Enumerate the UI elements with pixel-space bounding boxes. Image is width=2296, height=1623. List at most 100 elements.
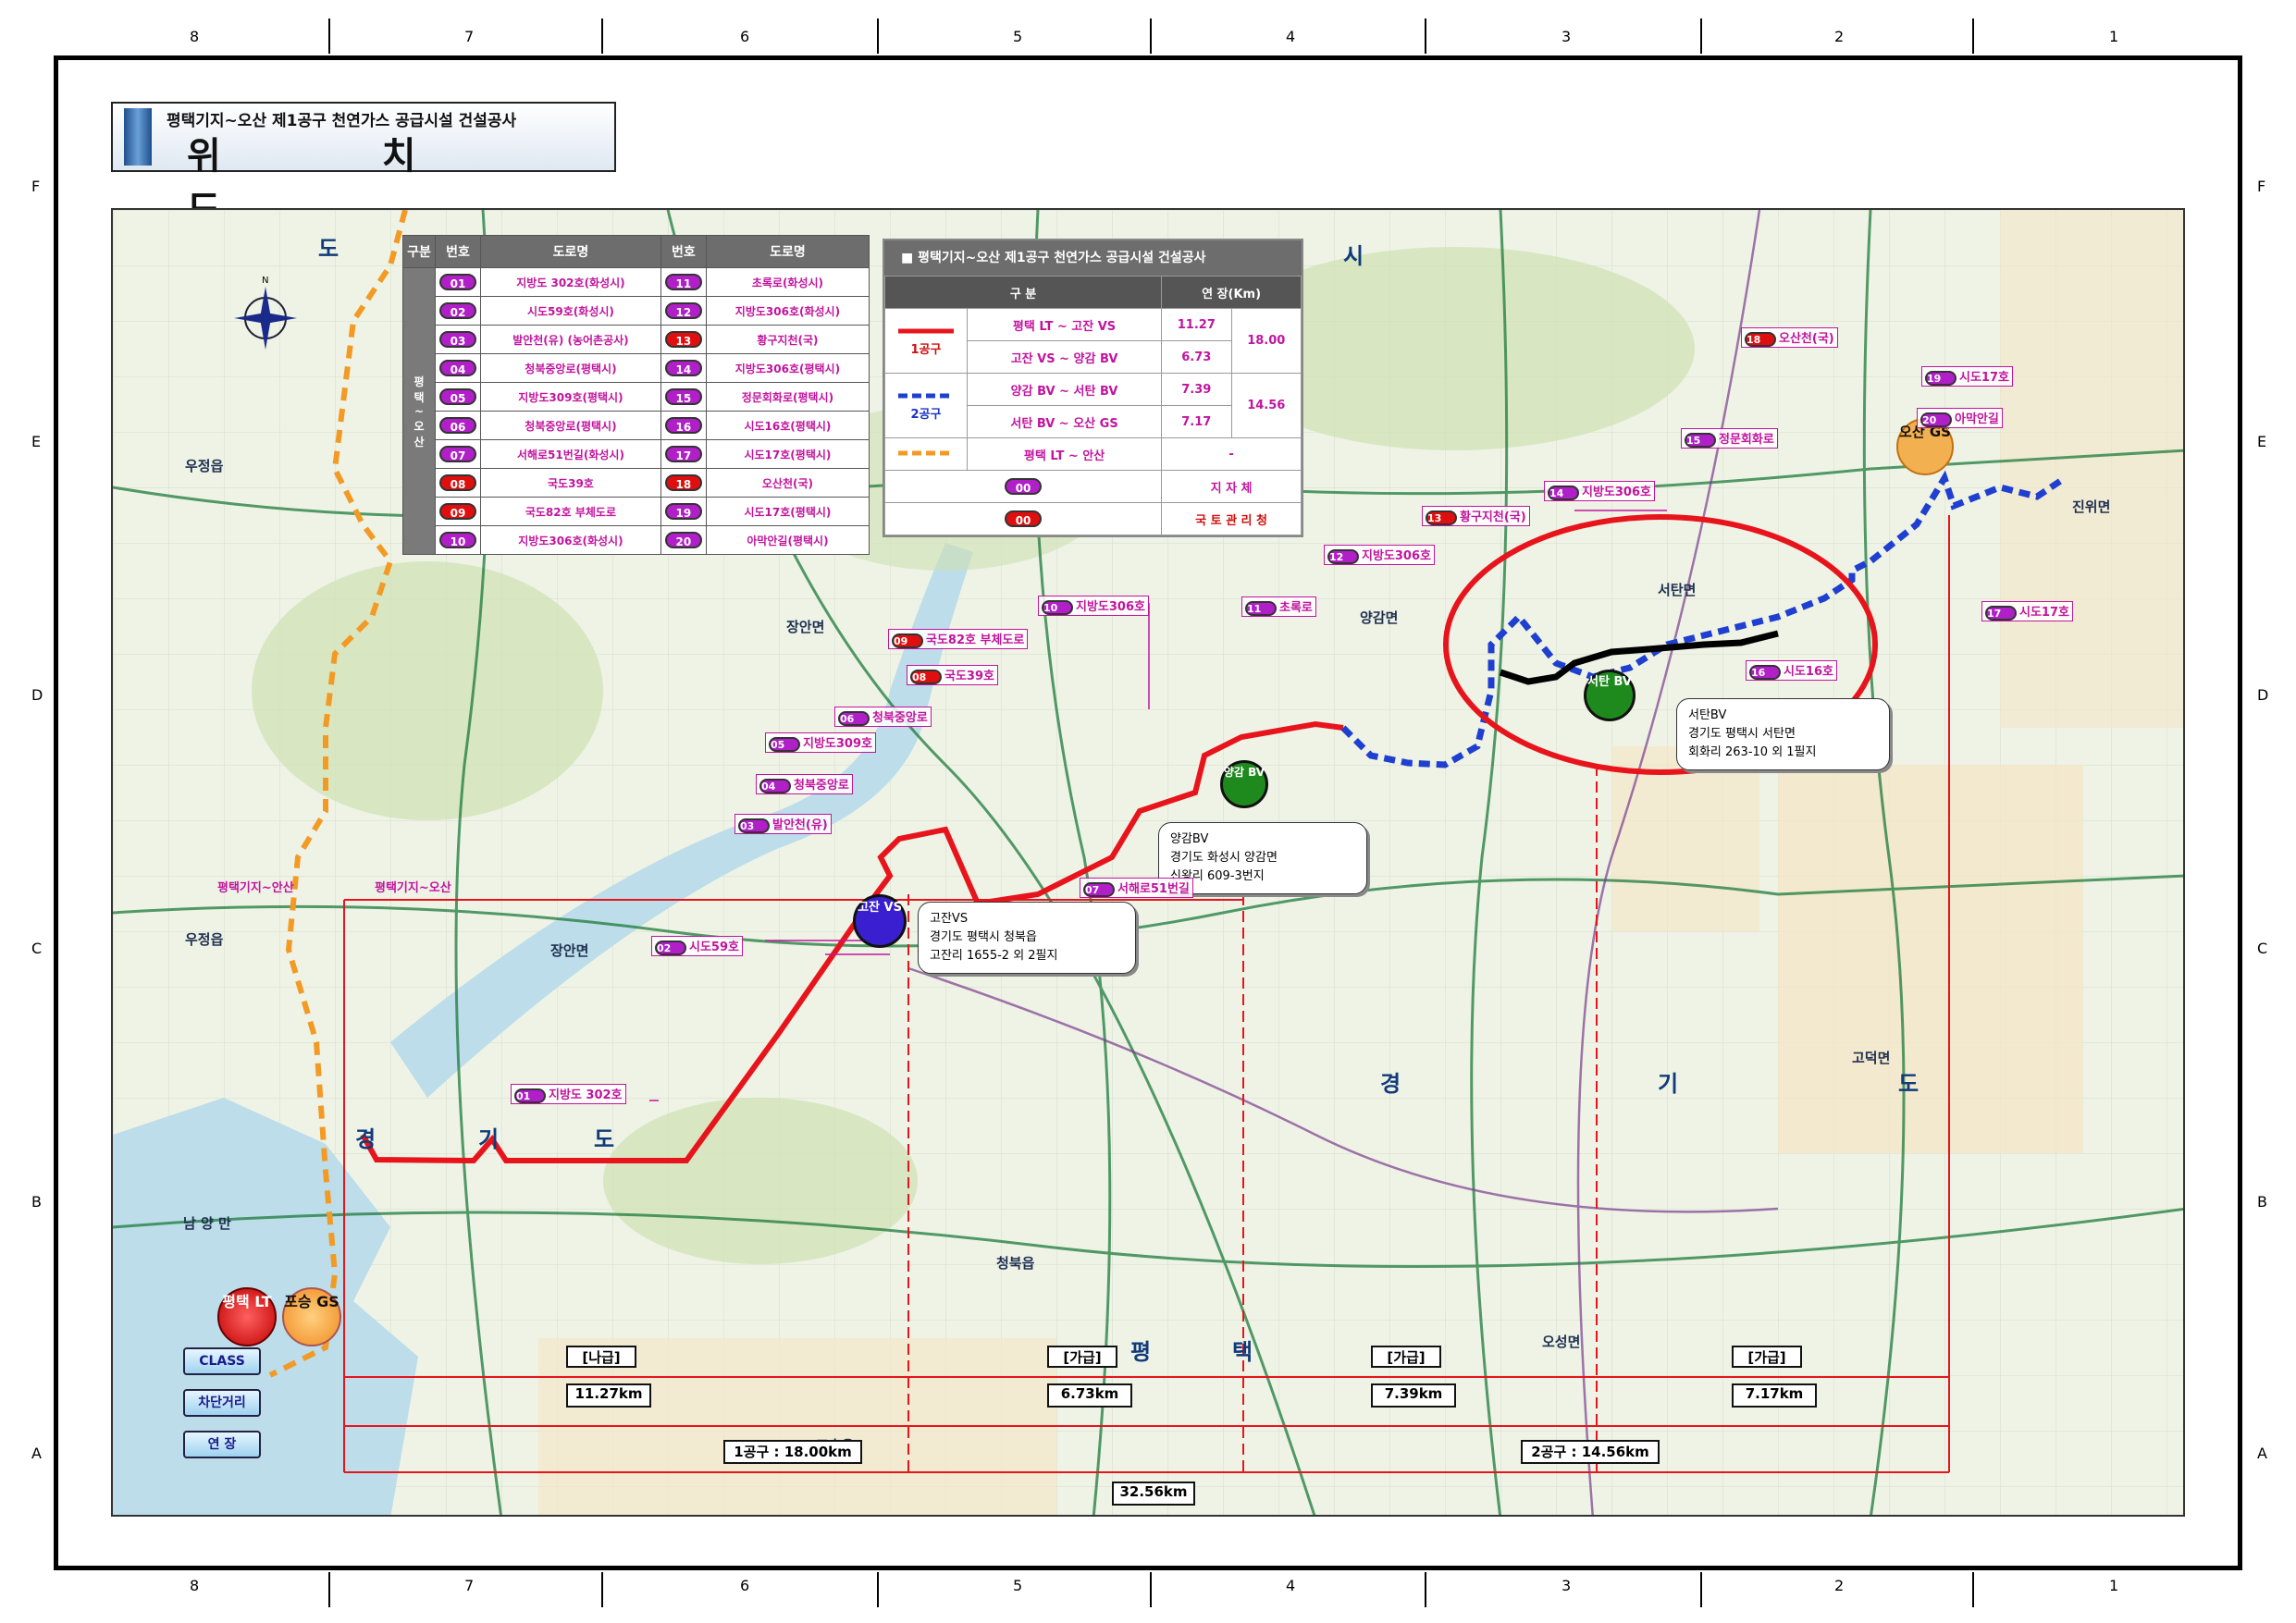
ruler-col-bottom-8: 8 xyxy=(190,1577,200,1594)
map-road-label[interactable]: 06 청북중앙로 xyxy=(834,707,932,727)
ruler-col-top-2: 2 xyxy=(1834,28,1845,45)
dist-phase2: 2공구 : 14.56km xyxy=(1521,1440,1660,1464)
dist-total: 32.56km xyxy=(1112,1482,1195,1506)
map-road-label[interactable]: 01 지방도 302호 xyxy=(511,1084,626,1104)
map-road-label[interactable]: 08 국도39호 xyxy=(907,665,998,685)
place-godeok: 고덕면 xyxy=(1852,1050,1891,1066)
road-table-num-cell: 20 xyxy=(660,525,707,555)
dist-length-4: 7.17km xyxy=(1732,1383,1817,1408)
ruler-tick xyxy=(1972,18,1974,54)
station-seotan-icon[interactable]: 서탄 BV xyxy=(1584,670,1636,721)
map-road-label[interactable]: 05 지방도309호 xyxy=(765,732,876,753)
legend-header-len: 연 장(Km) xyxy=(1161,276,1302,309)
map-road-label[interactable]: 11 초록로 xyxy=(1241,596,1316,617)
road-number-tag: 13 xyxy=(664,331,702,348)
road-table-num-cell: 06 xyxy=(435,411,481,440)
callout-seotan-line-2: 경기도 평택시 서탄면 xyxy=(1688,727,1796,741)
ruler-tick xyxy=(601,18,603,54)
callout-gojan-line-1: 고잔VS xyxy=(930,912,969,926)
ruler-col-bottom-2: 2 xyxy=(1834,1577,1845,1594)
legend-len-2: 6.73 xyxy=(1161,340,1232,374)
road-number-tag: 04 xyxy=(759,778,791,793)
road-table-row: 03 발안천(유) (농어촌공사) 13 황구지천(국) xyxy=(403,325,870,354)
map-road-label-text: 시도59호 xyxy=(689,941,739,954)
title-box: 평택기지~오산 제1공구 천연가스 공급시설 건설공사 위 치 도 xyxy=(111,102,616,231)
legend-section-4: 서탄 BV ~ 오산 GS xyxy=(966,405,1163,438)
legend-total-1: 18.00 xyxy=(1230,308,1302,374)
ruler-tick xyxy=(1972,1572,1974,1607)
road-number-tag: 13 xyxy=(1426,510,1457,525)
ruler-row-right-A: A xyxy=(2257,1445,2267,1462)
map-road-label[interactable]: 14 지방도306호 xyxy=(1544,481,1655,501)
ruler-row-right-E: E xyxy=(2257,433,2267,450)
map-road-label[interactable]: 20 아막안길 xyxy=(1917,408,2003,428)
place-woojeong-2: 우정읍 xyxy=(185,931,224,948)
legend-tag-purple-cell: 00 xyxy=(883,470,1163,503)
map-road-label[interactable]: 03 발안천(유) xyxy=(734,814,832,834)
legend-row-3: 2공구 양감 BV ~ 서탄 BV 7.39 14.56 xyxy=(884,373,1302,438)
place-do-top: 도 xyxy=(318,235,339,262)
map-road-label[interactable]: 07 서해로51번길 xyxy=(1080,878,1193,898)
road-table-name-cell: 지방도309호(평택시) xyxy=(480,382,661,412)
road-table-row: 09 국도82호 부체도로 19 시도17호(평택시) xyxy=(403,497,870,526)
road-table-num-cell: 16 xyxy=(660,411,707,440)
map-road-label[interactable]: 19 시도17호 xyxy=(1921,366,2013,387)
class-button[interactable]: CLASS xyxy=(183,1347,261,1375)
callout-gojan-line-2: 경기도 평택시 청북읍 xyxy=(930,930,1037,944)
map-road-label[interactable]: 17 시도17호 xyxy=(1981,601,2073,621)
legend-section-3: 양감 BV ~ 서탄 BV xyxy=(966,373,1163,406)
ruler-tick xyxy=(1425,1572,1426,1607)
road-number-tag: 10 xyxy=(1042,599,1073,615)
road-table-name-cell: 오산천(국) xyxy=(705,468,870,498)
map-road-label[interactable]: 16 시도16호 xyxy=(1746,660,1837,681)
map-road-label[interactable]: 15 정문회화로 xyxy=(1681,428,1778,449)
station-yanggam-icon[interactable]: 양감 BV xyxy=(1220,760,1268,808)
map-road-label[interactable]: 12 지방도306호 xyxy=(1324,545,1435,565)
ruler-col-bottom-6: 6 xyxy=(740,1577,750,1594)
place-jinwi: 진위면 xyxy=(2072,498,2111,515)
road-number-tag: 08 xyxy=(439,474,476,491)
map-road-label[interactable]: 02 시도59호 xyxy=(651,936,743,956)
map-road-label[interactable]: 10 지방도306호 xyxy=(1038,596,1149,616)
map-canvas[interactable]: N 구분 번호 도로명 번호 도로명 평 택 ~ 오 산 01 지방도 302호(화… xyxy=(111,208,2185,1517)
place-gyeonggi-5: 기 xyxy=(1658,1070,1679,1097)
place-namyang: 남 양 만 xyxy=(183,1215,231,1232)
dist-grade-1: [나급] xyxy=(566,1346,636,1368)
ruler-tick xyxy=(1700,18,1702,54)
ruler-tick xyxy=(1150,18,1152,54)
road-table-num-cell: 12 xyxy=(660,296,707,326)
map-road-label-text: 오산천(국) xyxy=(1779,332,1834,346)
road-number-tag: 02 xyxy=(439,302,476,319)
map-road-label[interactable]: 04 청북중앙로 xyxy=(756,774,853,794)
station-poseung-icon[interactable]: 포승 GS xyxy=(282,1287,341,1346)
road-number-tag: 05 xyxy=(439,388,476,405)
length-button[interactable]: 연 장 xyxy=(183,1431,261,1458)
map-road-label-text: 청북중앙로 xyxy=(794,779,849,793)
road-number-tag: 16 xyxy=(664,417,702,434)
station-pyeongtaek-icon[interactable]: 평택 LT xyxy=(217,1287,277,1346)
road-number-tag: 10 xyxy=(439,532,476,548)
road-number-tag: 12 xyxy=(664,302,702,319)
callout-yanggam-line-1: 양감BV xyxy=(1170,832,1209,846)
map-road-label-text: 초록로 xyxy=(1279,601,1313,615)
road-table-num-cell: 15 xyxy=(660,382,707,412)
road-table-name-cell: 청북중앙로(평택시) xyxy=(480,353,661,383)
legend-title: ■ 평택기지~오산 제1공구 천연가스 공급시설 건설공사 xyxy=(884,240,1302,276)
legend-header-gubun: 구 분 xyxy=(883,276,1163,309)
ruler-tick xyxy=(877,18,879,54)
dist-length-2: 6.73km xyxy=(1047,1383,1132,1408)
station-gojan-icon[interactable]: 고잔 VS xyxy=(853,894,907,948)
dist-grade-3: [가급] xyxy=(1371,1346,1441,1368)
road-number-tag: 14 xyxy=(664,360,702,376)
map-road-label[interactable]: 13 황구지천(국) xyxy=(1422,506,1530,526)
map-road-label[interactable]: 09 국도82호 부체도로 xyxy=(888,629,1029,649)
map-road-label[interactable]: 18 오산천(국) xyxy=(1741,327,1838,348)
blocking-distance-button[interactable]: 차단거리 xyxy=(183,1389,261,1417)
map-road-label-text: 아막안길 xyxy=(1955,412,1999,426)
ruler-row-left-E: E xyxy=(31,433,42,450)
road-number-tag: 07 xyxy=(1083,881,1115,897)
ruler-col-bottom-3: 3 xyxy=(1562,1577,1572,1594)
road-number-tag: 08 xyxy=(910,669,942,684)
map-road-label-text: 시도17호 xyxy=(2019,606,2069,620)
road-table-name-cell: 지방도306호(평택시) xyxy=(705,353,870,383)
